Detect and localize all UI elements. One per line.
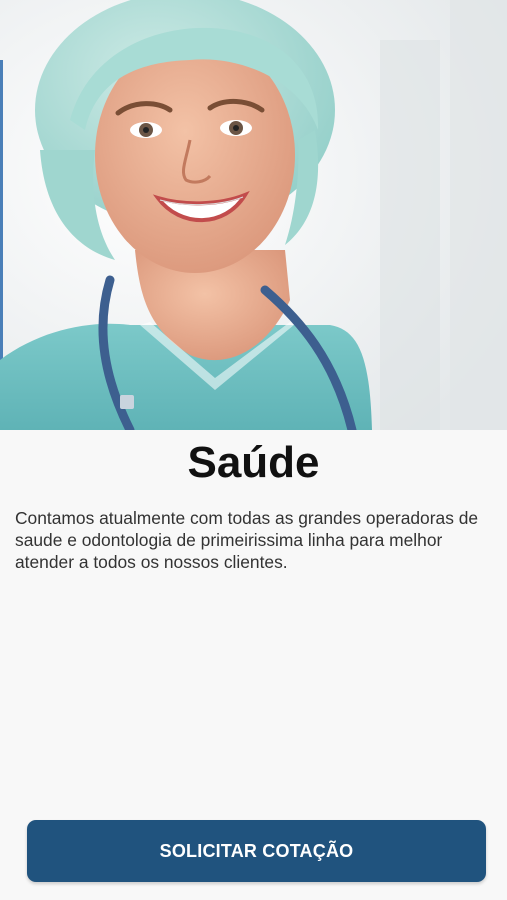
page-title: Saúde (187, 438, 320, 487)
nurse-illustration (0, 0, 507, 430)
screen: Saúde Contamos atualmente com todas as g… (0, 0, 507, 900)
hero-image (0, 0, 507, 430)
page-description: Contamos atualmente com todas as grandes… (15, 508, 479, 572)
request-quote-button[interactable]: SOLICITAR COTAÇÃO (27, 820, 486, 882)
